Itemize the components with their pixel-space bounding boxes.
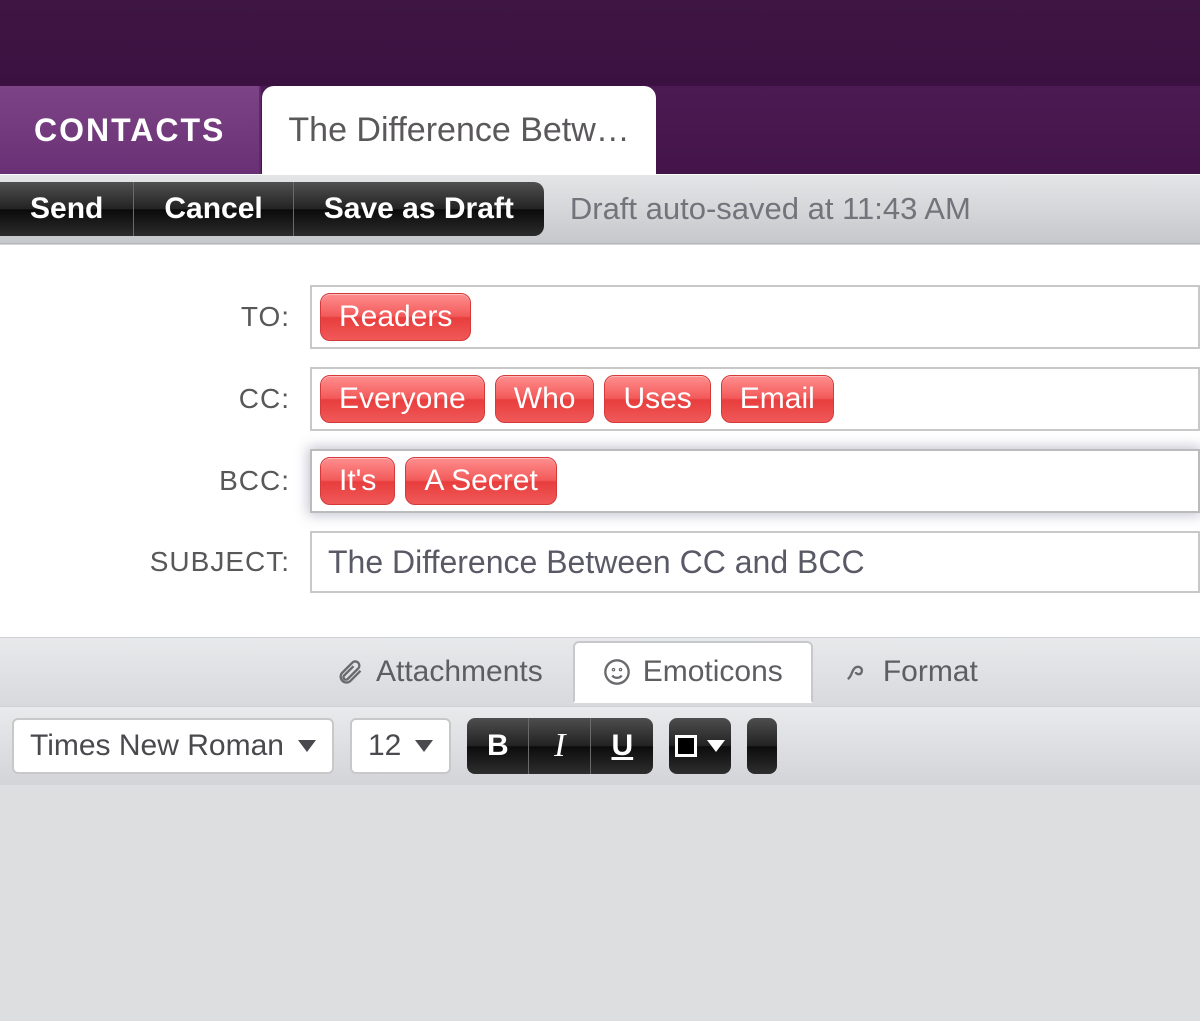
dropdown-caret-icon [415,740,433,752]
color-picker-group [669,718,731,774]
font-size-select[interactable]: 12 [350,718,451,774]
save-draft-button[interactable]: Save as Draft [294,182,544,236]
underline-button[interactable]: U [591,718,653,774]
action-button-group: Send Cancel Save as Draft [0,182,544,236]
cancel-button[interactable]: Cancel [134,182,293,236]
text-style-group: B I U [467,718,653,774]
subject-label: SUBJECT: [0,546,310,578]
recipient-chip[interactable]: Uses [604,375,710,423]
recipient-chip[interactable]: Email [721,375,834,423]
more-format-button[interactable] [747,718,777,774]
subject-row: SUBJECT: [0,531,1200,593]
bold-button[interactable]: B [467,718,529,774]
compose-subtoolbar: Attachments Emoticons Format [0,637,1200,707]
text-color-button[interactable] [669,718,731,774]
more-format-group [747,718,777,774]
action-toolbar: Send Cancel Save as Draft Draft auto-sav… [0,174,1200,244]
recipient-chip[interactable]: Readers [320,293,471,341]
format-label: Format [883,655,978,689]
tab-contacts[interactable]: CONTACTS [0,86,261,174]
cc-label: CC: [0,383,310,415]
cc-input[interactable]: Everyone Who Uses Email [310,367,1200,431]
recipient-chip[interactable]: A Secret [405,457,556,505]
format-toolbar: Times New Roman 12 B I U [0,707,1200,785]
bcc-label: BCC: [0,465,310,497]
app-header [0,0,1200,86]
emoticons-label: Emoticons [643,655,783,689]
emoticons-tab[interactable]: Emoticons [573,641,813,703]
font-size-value: 12 [368,729,401,763]
autosave-status: Draft auto-saved at 11:43 AM [570,191,971,227]
bcc-input[interactable]: It's A Secret [310,449,1200,513]
recipient-chip[interactable]: Everyone [320,375,485,423]
tab-bar: CONTACTS The Difference Betw… [0,86,1200,174]
font-family-value: Times New Roman [30,729,284,763]
font-family-select[interactable]: Times New Roman [12,718,334,774]
recipient-chip[interactable]: Who [495,375,595,423]
compose-area: TO: Readers CC: Everyone Who Uses Email … [0,244,1200,785]
cc-row: CC: Everyone Who Uses Email [0,367,1200,431]
paperclip-icon [336,658,364,686]
subject-input[interactable] [310,531,1200,593]
tab-compose-active[interactable]: The Difference Betw… [262,86,655,174]
color-swatch-icon [675,735,697,757]
format-tab[interactable]: Format [813,641,1008,703]
recipient-chip[interactable]: It's [320,457,395,505]
attachments-label: Attachments [376,655,543,689]
bcc-row: BCC: It's A Secret [0,449,1200,513]
to-label: TO: [0,301,310,333]
send-button[interactable]: Send [0,182,134,236]
to-input[interactable]: Readers [310,285,1200,349]
dropdown-caret-icon [298,740,316,752]
to-row: TO: Readers [0,285,1200,349]
attachments-tab[interactable]: Attachments [306,641,573,703]
italic-button[interactable]: I [529,718,591,774]
format-script-icon [843,658,871,686]
dropdown-caret-icon [707,740,725,752]
smiley-icon [603,658,631,686]
